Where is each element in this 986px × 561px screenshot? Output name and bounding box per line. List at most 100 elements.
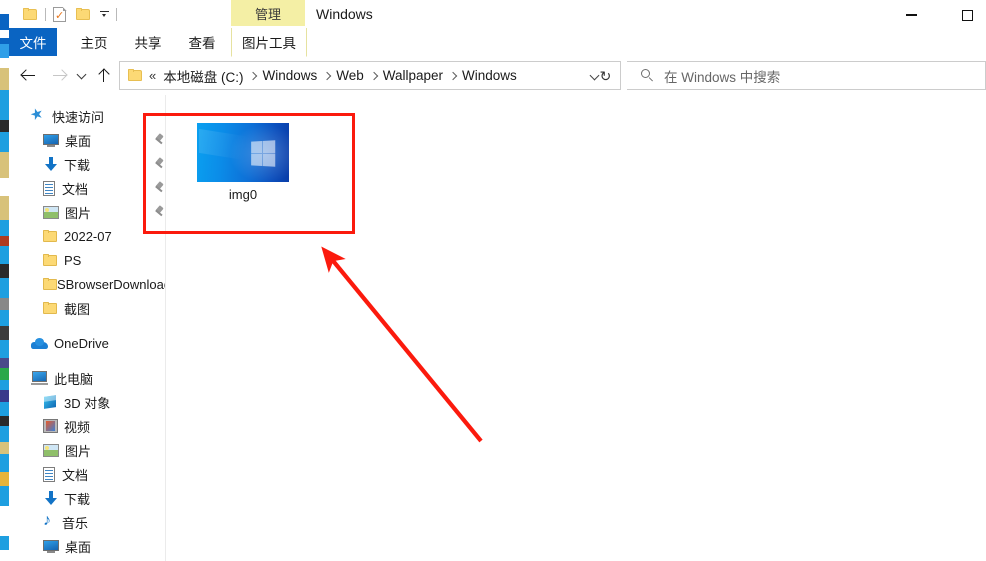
maximize-button[interactable] bbox=[944, 0, 986, 30]
file-thumbnail bbox=[197, 123, 289, 182]
search-box[interactable]: 在 Windows 中搜索 bbox=[627, 61, 986, 90]
breadcrumb-separator-icon[interactable] bbox=[371, 72, 376, 80]
folder-icon[interactable] bbox=[23, 8, 38, 21]
breadcrumb-item-1[interactable]: Windows bbox=[261, 68, 318, 83]
document-icon bbox=[43, 181, 56, 196]
breadcrumb: 本地磁盘 (C:) Windows Web Wallpaper Windows bbox=[162, 66, 518, 86]
address-bar: « 本地磁盘 (C:) Windows Web Wallpaper Window… bbox=[9, 57, 986, 94]
refresh-button[interactable]: ↻ bbox=[598, 69, 613, 84]
computer-icon bbox=[31, 371, 48, 385]
sidebar-item-ps[interactable]: PS bbox=[9, 248, 165, 272]
window-title: Windows bbox=[316, 0, 373, 28]
sidebar-item-documents-pc[interactable]: 文档 bbox=[9, 462, 165, 486]
sidebar-item-pictures-pc[interactable]: 图片 bbox=[9, 438, 165, 462]
customize-dropdown-icon[interactable] bbox=[100, 10, 109, 19]
sidebar-item-label: OneDrive bbox=[54, 336, 109, 351]
breadcrumb-item-2[interactable]: Web bbox=[335, 68, 365, 83]
download-icon bbox=[43, 491, 58, 506]
file-name-label: img0 bbox=[189, 187, 297, 202]
sidebar-item-desktop-pc[interactable]: 桌面 bbox=[9, 534, 165, 558]
sidebar-item-2022-07[interactable]: 2022-07 bbox=[9, 224, 165, 248]
chevron-down-icon bbox=[77, 70, 88, 81]
sidebar-item-videos[interactable]: 视频 bbox=[9, 414, 165, 438]
sidebar-item-pictures[interactable]: 图片 bbox=[9, 200, 165, 224]
sidebar-item-label: 文档 bbox=[62, 179, 88, 198]
tab-share[interactable]: 共享 bbox=[125, 28, 171, 56]
arrow-up-icon bbox=[96, 68, 111, 83]
sidebar-item-onedrive[interactable]: OneDrive bbox=[9, 331, 165, 355]
star-icon bbox=[31, 109, 46, 123]
tab-view-label: 查看 bbox=[189, 32, 216, 52]
file-item-img0[interactable]: img0 bbox=[189, 123, 297, 223]
address-folder-icon bbox=[128, 69, 143, 82]
forward-button[interactable] bbox=[45, 61, 73, 89]
sidebar-item-label: 音乐 bbox=[62, 513, 88, 532]
sidebar-item-this-pc[interactable]: 此电脑 bbox=[9, 366, 165, 390]
tab-home-label: 主页 bbox=[81, 32, 108, 52]
breadcrumb-separator-icon[interactable] bbox=[250, 72, 255, 80]
quick-access-toolbar: ✓ bbox=[23, 0, 124, 28]
sidebar-item-music[interactable]: 音乐 bbox=[9, 510, 165, 534]
back-button[interactable] bbox=[13, 61, 43, 89]
sidebar-item-label: 桌面 bbox=[65, 537, 91, 556]
3d-objects-icon bbox=[43, 395, 58, 410]
ribbon-tab-bar: 文件 主页 共享 查看 图片工具 bbox=[9, 28, 986, 56]
sidebar-item-downloads-pc[interactable]: 下载 bbox=[9, 486, 165, 510]
desktop-icon bbox=[43, 540, 59, 553]
videos-icon bbox=[43, 419, 58, 433]
sidebar-item-screenshots[interactable]: 截图 bbox=[9, 296, 165, 320]
search-icon bbox=[641, 69, 655, 83]
file-explorer-window: ✓ 管理 Windows 文件 bbox=[9, 0, 986, 561]
sidebar-item-label: 下载 bbox=[64, 155, 90, 174]
tab-picture-tools[interactable]: 图片工具 bbox=[231, 28, 307, 57]
sidebar-item-desktop[interactable]: 桌面 bbox=[9, 128, 165, 152]
tab-picture-tools-label: 图片工具 bbox=[242, 32, 296, 52]
search-input[interactable]: 在 Windows 中搜索 bbox=[664, 66, 780, 86]
picture-icon bbox=[43, 206, 59, 219]
arrow-left-icon bbox=[21, 68, 36, 83]
pin-icon[interactable] bbox=[154, 158, 165, 170]
picture-icon bbox=[43, 444, 59, 457]
breadcrumb-item-3[interactable]: Wallpaper bbox=[382, 68, 444, 83]
sidebar-item-tsbrowserdownloads[interactable]: TSBrowserDownloads bbox=[9, 272, 165, 296]
sidebar-item-quick-access[interactable]: 快速访问 bbox=[9, 104, 165, 128]
breadcrumb-overflow[interactable]: « bbox=[149, 68, 156, 83]
properties-icon[interactable]: ✓ bbox=[53, 7, 67, 22]
sidebar-item-label: 图片 bbox=[65, 203, 91, 222]
music-icon bbox=[43, 515, 56, 530]
breadcrumb-separator-icon[interactable] bbox=[324, 72, 329, 80]
arrow-right-icon bbox=[52, 68, 67, 83]
contextual-tab-group-label: 管理 bbox=[255, 4, 281, 23]
folder-icon bbox=[43, 254, 58, 267]
background-window-sliver bbox=[0, 0, 9, 561]
pin-icon[interactable] bbox=[154, 206, 165, 218]
tab-file[interactable]: 文件 bbox=[9, 28, 57, 56]
toolbar-divider-2 bbox=[116, 8, 117, 21]
tab-file-label: 文件 bbox=[20, 32, 47, 52]
sidebar-item-label: PS bbox=[64, 253, 81, 268]
tab-view[interactable]: 查看 bbox=[179, 28, 225, 56]
pin-icon[interactable] bbox=[154, 134, 165, 146]
sidebar-item-downloads[interactable]: 下载 bbox=[9, 152, 165, 176]
folder-icon bbox=[43, 230, 58, 243]
breadcrumb-separator-icon[interactable] bbox=[450, 72, 455, 80]
file-list-pane[interactable]: img0 bbox=[166, 95, 986, 561]
sidebar-item-label: TSBrowserDownloads bbox=[49, 277, 165, 292]
desktop-icon bbox=[43, 134, 59, 147]
cloud-icon bbox=[31, 337, 48, 349]
minimize-button[interactable] bbox=[888, 0, 934, 30]
up-button[interactable] bbox=[89, 61, 117, 89]
sidebar-item-label: 图片 bbox=[65, 441, 91, 460]
tab-home[interactable]: 主页 bbox=[71, 28, 117, 56]
sidebar-item-3d-objects[interactable]: 3D 对象 bbox=[9, 390, 165, 414]
maximize-icon bbox=[962, 10, 973, 21]
contextual-tab-group-header: 管理 bbox=[231, 0, 305, 26]
pin-icon[interactable] bbox=[154, 182, 165, 194]
title-bar: ✓ 管理 Windows bbox=[9, 0, 986, 28]
sidebar-item-documents[interactable]: 文档 bbox=[9, 176, 165, 200]
sidebar-item-label: 桌面 bbox=[65, 131, 91, 150]
breadcrumb-item-4[interactable]: Windows bbox=[461, 68, 518, 83]
breadcrumb-bar[interactable]: « 本地磁盘 (C:) Windows Web Wallpaper Window… bbox=[119, 61, 621, 90]
new-folder-icon[interactable] bbox=[76, 8, 91, 21]
breadcrumb-item-0[interactable]: 本地磁盘 (C:) bbox=[162, 66, 244, 86]
